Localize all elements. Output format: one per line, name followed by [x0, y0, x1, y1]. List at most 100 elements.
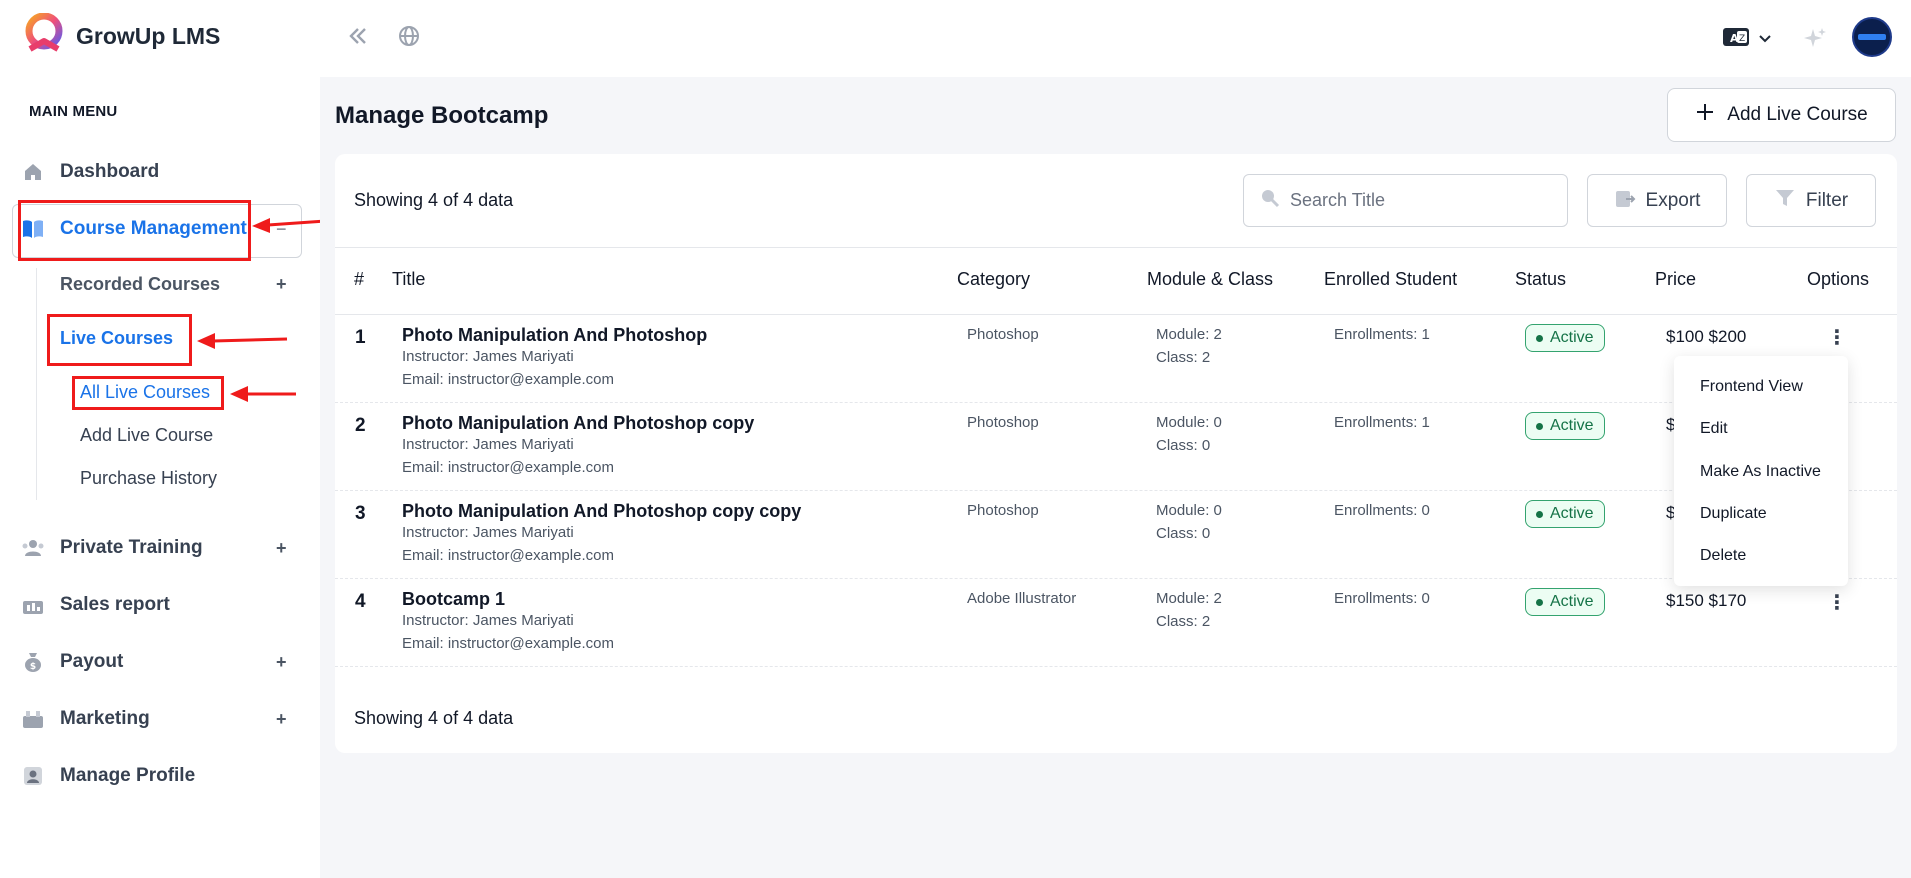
- sidebar-item-payout[interactable]: $ Payout: [22, 651, 123, 673]
- sidebar-item-manage-profile[interactable]: Manage Profile: [22, 765, 195, 787]
- status-dot-icon: [1536, 510, 1543, 518]
- sidebar-item-purchase-history[interactable]: Purchase History: [80, 468, 217, 489]
- collapse-sidebar-button[interactable]: [346, 24, 370, 53]
- avatar[interactable]: [1852, 17, 1892, 62]
- column-header-options: Options: [1807, 269, 1870, 289]
- course-email: Email: instructor@example.com: [402, 371, 614, 388]
- menu-item-make-inactive[interactable]: Make As Inactive: [1700, 463, 1821, 481]
- row-number: 4: [355, 591, 366, 612]
- status-badge: Active: [1525, 324, 1605, 352]
- globe-icon: [397, 26, 421, 52]
- annotation-arrow-icon: [197, 333, 288, 349]
- course-category: Photoshop: [967, 502, 1039, 519]
- course-class: Class: 2: [1156, 349, 1211, 366]
- translate-icon: AZ: [1722, 26, 1750, 53]
- row-number: 2: [355, 415, 366, 436]
- status-dot-icon: [1536, 598, 1543, 606]
- status-label: Active: [1550, 329, 1594, 346]
- course-category: Photoshop: [967, 326, 1039, 343]
- course-title[interactable]: Photo Manipulation And Photoshop: [402, 325, 707, 346]
- status-label: Active: [1550, 417, 1594, 434]
- sidebar-item-sales-report[interactable]: Sales report: [22, 594, 170, 616]
- showing-count-bottom: Showing 4 of 4 data: [354, 708, 514, 728]
- sidebar-item-label: Dashboard: [60, 161, 160, 182]
- course-enrollments: Enrollments: 1: [1334, 414, 1430, 431]
- money-bag-icon: $: [22, 651, 44, 673]
- sidebar-item-label: Payout: [60, 651, 124, 672]
- export-icon: [1614, 187, 1636, 215]
- expand-plus-icon[interactable]: +: [276, 709, 287, 730]
- column-header-number: #: [354, 269, 365, 289]
- menu-item-frontend-view[interactable]: Frontend View: [1700, 378, 1803, 396]
- showing-count-top: Showing 4 of 4 data: [354, 190, 514, 210]
- website-button[interactable]: [397, 24, 421, 53]
- row-options-button[interactable]: ⋮: [1827, 590, 1847, 615]
- expand-plus-icon[interactable]: +: [276, 274, 287, 295]
- course-email: Email: instructor@example.com: [402, 635, 614, 652]
- filter-icon: [1774, 187, 1796, 215]
- row-options-dropdown: Frontend View Edit Make As Inactive Dupl…: [1674, 356, 1848, 586]
- plus-icon: [1695, 102, 1715, 128]
- button-label: Filter: [1805, 189, 1849, 211]
- menu-item-edit[interactable]: Edit: [1700, 420, 1728, 438]
- sparkle-icon: [1803, 28, 1827, 54]
- course-email: Email: instructor@example.com: [402, 547, 614, 564]
- expand-plus-icon[interactable]: +: [276, 652, 287, 673]
- profile-icon: [22, 765, 44, 787]
- course-enrollments: Enrollments: 0: [1334, 502, 1430, 519]
- annotation-box-all-live-courses: [72, 376, 224, 410]
- growup-logo-icon: [22, 12, 66, 60]
- course-title[interactable]: Bootcamp 1: [402, 589, 505, 610]
- status-label: Active: [1550, 505, 1594, 522]
- course-module: Module: 0: [1156, 502, 1222, 519]
- svg-text:$: $: [30, 662, 36, 672]
- add-live-course-button[interactable]: Add Live Course: [1667, 88, 1896, 142]
- menu-item-duplicate[interactable]: Duplicate: [1700, 505, 1767, 523]
- row-options-button[interactable]: ⋮: [1827, 325, 1847, 350]
- status-dot-icon: [1536, 422, 1543, 430]
- search-box[interactable]: [1243, 174, 1568, 227]
- megaphone-icon: [22, 708, 44, 730]
- export-button[interactable]: Export: [1587, 174, 1727, 227]
- status-badge: Active: [1525, 588, 1605, 616]
- brand[interactable]: GrowUp LMS: [22, 12, 220, 60]
- course-enrollments: Enrollments: 1: [1334, 326, 1430, 343]
- course-category: Adobe Illustrator: [967, 590, 1077, 607]
- home-icon: [22, 161, 44, 183]
- language-switcher[interactable]: AZ: [1722, 26, 1772, 53]
- sidebar-item-dashboard[interactable]: Dashboard: [22, 161, 159, 183]
- course-instructor: Instructor: James Mariyati: [402, 524, 574, 541]
- sidebar-item-recorded-courses[interactable]: Recorded Courses: [60, 274, 220, 295]
- sidebar-item-label: Sales report: [60, 594, 170, 615]
- search-input[interactable]: [1290, 190, 1550, 211]
- column-header-price: Price: [1655, 269, 1697, 289]
- course-title[interactable]: Photo Manipulation And Photoshop copy: [402, 413, 754, 434]
- course-enrollments: Enrollments: 0: [1334, 590, 1430, 607]
- course-price: $100 $200: [1666, 327, 1747, 346]
- course-class: Class: 2: [1156, 613, 1211, 630]
- chart-icon: [22, 594, 44, 616]
- column-header-enrolled: Enrolled Student: [1324, 269, 1458, 289]
- sidebar-item-private-training[interactable]: Private Training: [22, 537, 203, 559]
- status-dot-icon: [1536, 334, 1543, 342]
- button-label: Export: [1645, 189, 1701, 211]
- menu-item-delete[interactable]: Delete: [1700, 547, 1746, 565]
- course-instructor: Instructor: James Mariyati: [402, 436, 574, 453]
- row-number: 3: [355, 503, 366, 524]
- sidebar: GrowUp LMS MAIN MENU Dashboard Course Ma…: [0, 0, 320, 878]
- sidebar-item-marketing[interactable]: Marketing: [22, 708, 150, 730]
- course-module: Module: 2: [1156, 590, 1222, 607]
- annotation-box-course-management: [18, 200, 251, 261]
- course-title[interactable]: Photo Manipulation And Photoshop copy co…: [402, 501, 801, 522]
- course-class: Class: 0: [1156, 437, 1211, 454]
- ai-sparkle-button[interactable]: [1803, 26, 1827, 55]
- expand-plus-icon[interactable]: +: [276, 538, 287, 559]
- status-label: Active: [1550, 593, 1594, 610]
- double-chevron-left-icon: [346, 28, 370, 52]
- course-email: Email: instructor@example.com: [402, 459, 614, 476]
- filter-button[interactable]: Filter: [1746, 174, 1876, 227]
- sidebar-item-add-live-course[interactable]: Add Live Course: [80, 425, 213, 446]
- users-icon: [22, 537, 44, 559]
- sidebar-item-label: Private Training: [60, 537, 203, 558]
- course-module: Module: 2: [1156, 326, 1222, 343]
